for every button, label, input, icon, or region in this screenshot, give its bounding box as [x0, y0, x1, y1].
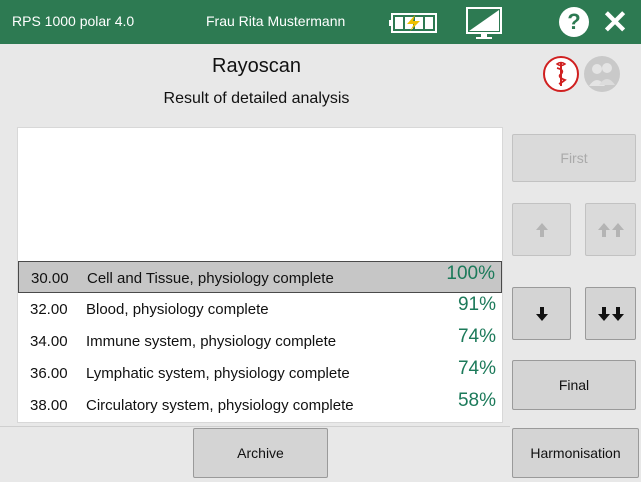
double-arrow-up-icon: [597, 222, 624, 238]
list-item[interactable]: 30.00 Cell and Tissue, physiology comple…: [18, 261, 502, 293]
first-button[interactable]: First: [512, 134, 636, 182]
item-label: Blood, physiology complete: [86, 301, 269, 318]
page-subtitle: Result of detailed analysis: [163, 90, 350, 107]
list-item[interactable]: 32.00 Blood, physiology complete 91%: [18, 293, 502, 325]
results-list[interactable]: 30.00 Cell and Tissue, physiology comple…: [17, 127, 503, 423]
page-down-button[interactable]: [585, 287, 636, 340]
title-bar: RPS 1000 polar 4.0 Frau Rita Mustermann …: [0, 0, 641, 44]
item-label: Immune system, physiology complete: [86, 333, 337, 350]
arrow-up-icon: [535, 222, 549, 238]
battery-charging-icon: [389, 13, 437, 33]
scroll-down-button[interactable]: [512, 287, 571, 340]
item-code: 38.00: [30, 397, 68, 414]
app-name: RPS 1000 polar 4.0: [12, 13, 135, 29]
item-percent: 74%: [457, 358, 496, 379]
item-label: Lymphatic system, physiology complete: [86, 365, 350, 382]
item-percent: 74%: [457, 326, 496, 347]
close-icon[interactable]: ✕: [598, 4, 632, 40]
page-title: Rayoscan: [212, 55, 301, 77]
arrow-down-icon: [535, 306, 549, 322]
final-button[interactable]: Final: [512, 360, 636, 410]
page-up-button[interactable]: [585, 203, 636, 256]
display-icon[interactable]: [466, 7, 502, 41]
scroll-up-button[interactable]: [512, 203, 571, 256]
item-code: 30.00: [31, 270, 69, 287]
item-percent: 58%: [457, 390, 496, 411]
item-label: Cell and Tissue, physiology complete: [87, 270, 334, 287]
caduceus-icon[interactable]: [543, 56, 579, 92]
item-percent: 91%: [457, 294, 496, 315]
harmonisation-button[interactable]: Harmonisation: [512, 428, 639, 478]
item-label: Circulatory system, physiology complete: [86, 397, 354, 414]
archive-button[interactable]: Archive: [193, 428, 328, 478]
double-arrow-down-icon: [597, 306, 624, 322]
item-code: 34.00: [30, 333, 68, 350]
item-code: 36.00: [30, 365, 68, 382]
item-percent: 100%: [446, 263, 495, 284]
user-name: Frau Rita Mustermann: [206, 13, 346, 29]
list-item[interactable]: 34.00 Immune system, physiology complete…: [18, 325, 502, 357]
item-code: 32.00: [30, 301, 68, 318]
divider: [0, 426, 510, 427]
list-item[interactable]: 38.00 Circulatory system, physiology com…: [18, 389, 502, 421]
list-item[interactable]: 36.00 Lymphatic system, physiology compl…: [18, 357, 502, 389]
help-icon[interactable]: ?: [559, 7, 589, 37]
person-couple-icon[interactable]: [584, 56, 620, 92]
